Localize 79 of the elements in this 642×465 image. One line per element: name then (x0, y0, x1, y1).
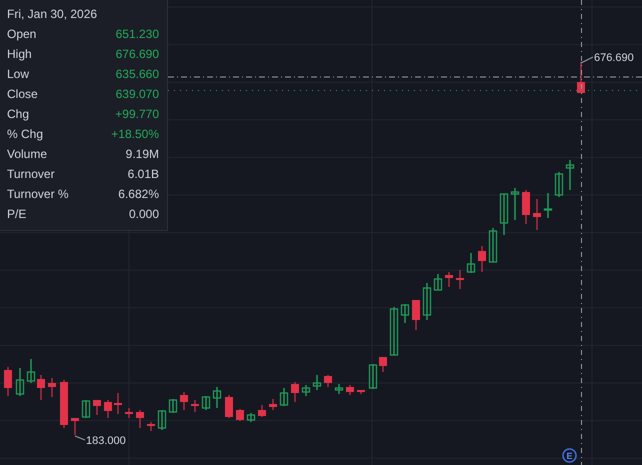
candlestick (544, 193, 552, 218)
field-value: +18.50% (111, 126, 159, 143)
candlestick (147, 422, 155, 431)
candlestick (246, 413, 256, 422)
candlestick (466, 253, 476, 273)
candlestick (379, 357, 387, 372)
field-value: 676.690 (116, 46, 159, 63)
candlestick (202, 396, 210, 410)
candlestick (390, 307, 398, 356)
candlestick (500, 193, 508, 235)
candlestick (422, 283, 432, 320)
candlestick (280, 388, 288, 406)
candlestick (291, 382, 299, 402)
candlestick (334, 384, 344, 394)
field-value: 6.682% (118, 186, 159, 203)
event-marker[interactable]: E (562, 448, 577, 463)
candlestick (456, 270, 464, 289)
candlestick (533, 199, 541, 230)
candlestick (82, 400, 90, 418)
tooltip-date: Fri, Jan 30, 2026 (7, 6, 98, 23)
candlestick (412, 300, 420, 330)
field-value: 0.000 (128, 206, 159, 223)
candlestick (48, 378, 56, 397)
candlestick (104, 400, 112, 418)
candlestick (258, 405, 266, 417)
candlestick (136, 410, 144, 428)
field-value: 9.19M (126, 146, 159, 163)
field-label: High (7, 46, 32, 63)
candlestick (577, 62, 585, 93)
candlestick (269, 399, 277, 410)
candlestick (236, 409, 244, 421)
candlestick (37, 375, 45, 400)
candlestick (554, 172, 564, 197)
field-label: Open (7, 26, 36, 43)
field-label: % Chg (7, 126, 44, 143)
field-label: Turnover % (7, 186, 69, 203)
candlestick (434, 274, 442, 291)
field-label: Chg (7, 106, 30, 123)
candlestick (180, 392, 188, 410)
field-value: 639.070 (116, 86, 159, 103)
candlestick (302, 385, 310, 396)
candlestick (125, 408, 133, 418)
candlestick (60, 380, 68, 428)
leader-line (74, 436, 86, 440)
field-label: Close (7, 86, 38, 103)
candlestick (212, 387, 222, 408)
candlestick (357, 390, 365, 394)
candlestick (158, 410, 166, 430)
field-value: 651.230 (116, 26, 159, 43)
field-label: Volume (7, 146, 48, 163)
candlestick (346, 385, 354, 395)
candlestick (26, 359, 36, 383)
candlestick (312, 375, 322, 390)
field-value: 6.01B (128, 166, 159, 183)
candlestick (191, 400, 199, 412)
candlestick (478, 246, 486, 272)
candlestick (168, 399, 178, 413)
candlestick (488, 228, 498, 263)
candlestick (93, 400, 101, 415)
candlestick (71, 418, 79, 435)
high-price-label: 676.690 (594, 52, 634, 64)
candlestick (566, 160, 574, 190)
candlestick (510, 188, 520, 220)
candlestick (400, 304, 410, 323)
field-label: P/E (7, 206, 26, 223)
candlestick (225, 395, 233, 418)
candlestick (16, 368, 24, 396)
field-label: Turnover (7, 166, 55, 183)
low-price-label: 183.000 (86, 435, 126, 447)
candlestick (324, 375, 332, 387)
field-value: 635.660 (116, 66, 159, 83)
field-value: +99.770 (115, 106, 159, 123)
field-label: Low (7, 66, 30, 83)
candlestick (114, 393, 122, 414)
candlestick (368, 364, 378, 389)
candlestick (445, 272, 453, 287)
leader-line (580, 56, 594, 64)
candlestick (4, 367, 12, 396)
candlestick (522, 190, 530, 224)
